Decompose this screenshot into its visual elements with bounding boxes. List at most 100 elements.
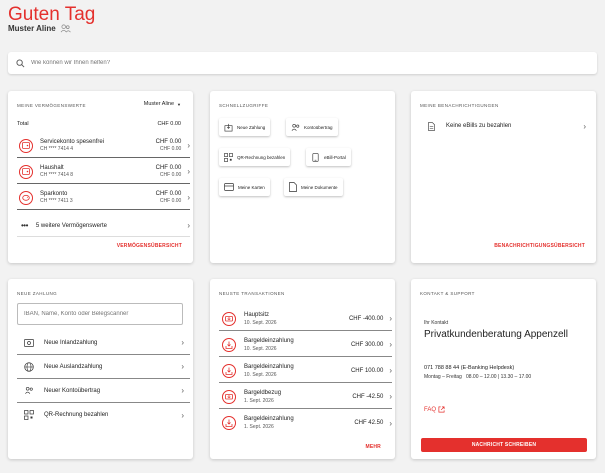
contact-title: KONTAKT & SUPPORT bbox=[420, 291, 475, 296]
quick-access-card: SCHNELLZUGRIFFE Neue Zahlung Kontoübertr… bbox=[210, 91, 395, 263]
chevron-right-icon: › bbox=[181, 410, 184, 420]
account-iban: CH **** 7414 8 bbox=[40, 172, 74, 178]
helpdesk-phone[interactable]: 071 788 88 44 (E-Banking Helpdesk) bbox=[424, 365, 514, 371]
transaction-row[interactable]: Bargeldbezug 1. Sept. 2026 CHF -42.50 › bbox=[219, 385, 392, 409]
qr-bill-label: QR-Rechnung bezahlen bbox=[237, 154, 286, 160]
piggy-bank-icon bbox=[19, 190, 33, 205]
chevron-right-icon: › bbox=[181, 338, 184, 347]
transfer-icon bbox=[291, 123, 300, 131]
transaction-row[interactable]: Hauptsitz 10. Sept. 2026 CHF -400.00 › bbox=[219, 307, 392, 331]
foreign-payment-row[interactable]: Neue Auslandzahlung › bbox=[17, 355, 190, 379]
wallet-icon bbox=[19, 138, 33, 153]
new-payment-button[interactable]: Neue Zahlung bbox=[219, 118, 271, 136]
chevron-right-icon: › bbox=[181, 362, 184, 371]
notifications-card: MEINE BENACHRICHTIGUNGEN Keine eBills zu… bbox=[411, 91, 596, 263]
search-icon bbox=[16, 58, 25, 67]
domestic-payment-row[interactable]: Neue Inlandzahlung › bbox=[17, 331, 190, 355]
ebill-portal-button[interactable]: eBill-Portal bbox=[306, 148, 351, 166]
payment-search-input[interactable] bbox=[17, 303, 183, 325]
account-row[interactable]: Haushalt CH **** 7414 8 CHF 0.00 CHF 0.0… bbox=[17, 160, 190, 184]
qr-code-icon bbox=[24, 410, 34, 420]
foreign-payment-label: Neue Auslandzahlung bbox=[44, 363, 103, 370]
chevron-right-icon: › bbox=[389, 366, 392, 375]
qr-bill-row[interactable]: QR-Rechnung bezahlen › bbox=[17, 403, 190, 427]
chevron-right-icon: › bbox=[187, 221, 190, 230]
account-name: Sparkonto bbox=[40, 191, 68, 197]
domestic-payment-label: Neue Inlandzahlung bbox=[44, 339, 98, 346]
account-name: Servicekonto spesenfrei bbox=[40, 139, 105, 145]
account-row[interactable]: Servicekonto spesenfrei CH **** 7414 4 C… bbox=[17, 134, 190, 158]
new-payment-label: Neue Zahlung bbox=[237, 124, 266, 130]
withdrawal-icon bbox=[222, 311, 236, 326]
account-iban: CH **** 7414 4 bbox=[40, 146, 74, 152]
write-message-button[interactable]: NACHRICHT SCHREIBEN bbox=[421, 438, 587, 452]
transaction-amount: CHF -42.50 bbox=[352, 393, 384, 400]
account-balance-secondary: CHF 0.00 bbox=[159, 146, 182, 152]
search-bar[interactable] bbox=[8, 52, 597, 74]
account-row[interactable]: Sparkonto CH **** 7411 3 CHF 0.00 CHF 0.… bbox=[17, 186, 190, 210]
chevron-right-icon: › bbox=[389, 392, 392, 401]
transaction-name: Bargeldeinzahlung bbox=[244, 337, 294, 344]
assets-card-title: MEINE VERMÖGENSWERTE bbox=[17, 103, 86, 108]
total-label: Total bbox=[17, 121, 29, 127]
transaction-date: 10. Sept. 2026 bbox=[244, 345, 277, 352]
account-balance-secondary: CHF 0.00 bbox=[159, 172, 182, 178]
documents-button[interactable]: Meine Dokumente bbox=[284, 178, 343, 196]
deposit-icon bbox=[222, 363, 236, 378]
account-balance: CHF 0.00 bbox=[155, 165, 182, 171]
transfer-button[interactable]: Kontoübertrag bbox=[286, 118, 338, 136]
card-icon bbox=[224, 183, 234, 191]
account-balance: CHF 0.00 bbox=[155, 139, 182, 145]
documents-label: Meine Dokumente bbox=[301, 184, 338, 190]
qr-code-icon bbox=[224, 152, 233, 162]
page-title: Guten Tag bbox=[8, 4, 96, 25]
withdrawal-icon bbox=[222, 389, 236, 404]
transaction-name: Bargeldeinzahlung bbox=[244, 416, 294, 422]
account-balance: CHF 0.00 bbox=[155, 191, 182, 197]
chevron-right-icon: › bbox=[181, 386, 184, 395]
contact-card: KONTAKT & SUPPORT Ihr Kontakt Privatkund… bbox=[411, 279, 596, 459]
notification-row[interactable]: Keine eBills zu bezahlen › bbox=[428, 119, 586, 133]
search-input[interactable] bbox=[31, 60, 331, 66]
faq-link[interactable]: FAQ bbox=[424, 406, 445, 413]
transaction-date: 10. Sept. 2026 bbox=[244, 371, 277, 378]
document-icon bbox=[428, 121, 435, 131]
transaction-name: Bargeldbezug bbox=[244, 389, 282, 396]
transactions-card: NEUSTE TRANSAKTIONEN Hauptsitz 10. Sept.… bbox=[210, 279, 395, 459]
document-icon bbox=[289, 182, 297, 192]
owner-select-value: Muster Aline bbox=[143, 101, 175, 107]
ebill-icon bbox=[312, 152, 319, 162]
transaction-name: Bargeldeinzahlung bbox=[244, 363, 294, 370]
user-switcher[interactable]: Muster Aline bbox=[8, 24, 71, 33]
transaction-amount: CHF 300.00 bbox=[350, 341, 384, 348]
qr-bill-button[interactable]: QR-Rechnung bezahlen bbox=[219, 148, 291, 166]
assets-overview-link[interactable]: VERMÖGENSÜBERSICHT bbox=[117, 243, 182, 249]
chevron-right-icon: › bbox=[187, 167, 190, 176]
transaction-date: 1. Sept. 2026 bbox=[244, 397, 274, 404]
notifications-title: MEINE BENACHRICHTIGUNGEN bbox=[420, 103, 499, 108]
contact-label: Ihr Kontakt bbox=[424, 320, 449, 326]
transaction-date: 10. Sept. 2026 bbox=[244, 319, 277, 326]
account-balance-secondary: CHF 0.00 bbox=[159, 198, 182, 204]
cards-button[interactable]: Meine Karten bbox=[219, 178, 270, 196]
payment-icon bbox=[224, 123, 233, 131]
ebill-portal-label: eBill-Portal bbox=[324, 154, 346, 160]
chevron-right-icon: › bbox=[389, 418, 392, 428]
more-assets-row[interactable]: ••• 5 weitere Vermögenswerte › bbox=[17, 215, 190, 237]
transaction-row[interactable]: Bargeldeinzahlung 1. Sept. 2026 CHF 42.5… bbox=[219, 411, 392, 435]
more-transactions-link[interactable]: MEHR bbox=[365, 444, 381, 450]
transactions-title: NEUSTE TRANSAKTIONEN bbox=[219, 291, 285, 296]
transaction-row[interactable]: Bargeldeinzahlung 10. Sept. 2026 CHF 100… bbox=[219, 359, 392, 383]
assets-card: MEINE VERMÖGENSWERTE Muster Aline ▼ Tota… bbox=[8, 91, 193, 263]
notifications-overview-link[interactable]: BENACHRICHTIGUNGSÜBERSICHT bbox=[494, 243, 585, 249]
account-transfer-row[interactable]: Neuer Kontoübertrag › bbox=[17, 379, 190, 403]
owner-select[interactable]: Muster Aline ▼ bbox=[144, 101, 181, 107]
contact-name: Privatkundenberatung Appenzell bbox=[424, 329, 568, 340]
total-value: CHF 0.00 bbox=[157, 121, 181, 127]
transaction-row[interactable]: Bargeldeinzahlung 10. Sept. 2026 CHF 300… bbox=[219, 333, 392, 357]
new-payment-card: NEUE ZAHLUNG Neue Inlandzahlung › Neue A… bbox=[8, 279, 193, 459]
transaction-amount: CHF -400.00 bbox=[348, 315, 384, 322]
transaction-name: Hauptsitz bbox=[244, 311, 270, 318]
globe-icon bbox=[24, 361, 34, 372]
cards-label: Meine Karten bbox=[238, 184, 265, 190]
